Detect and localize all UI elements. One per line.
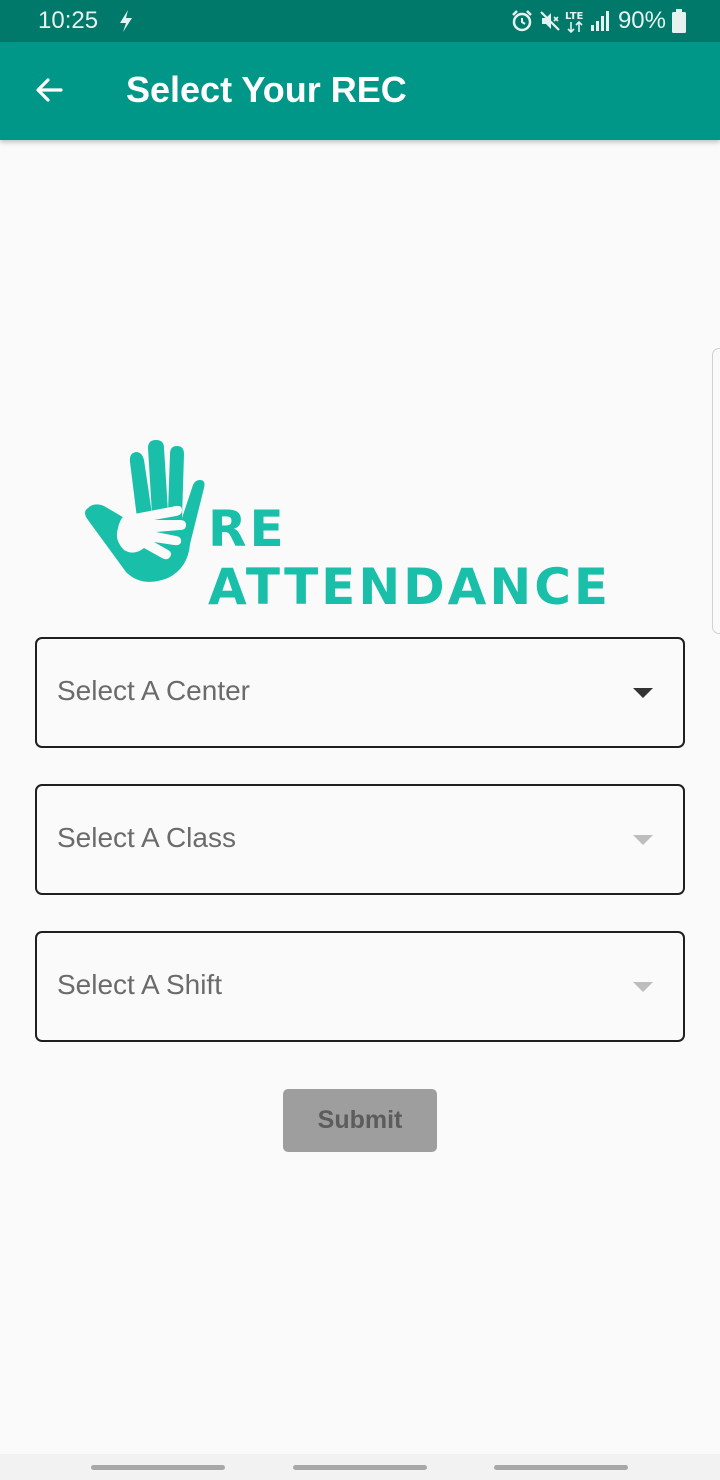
chevron-down-icon: [633, 688, 653, 698]
mute-icon: [540, 11, 560, 31]
battery-percent: 90%: [617, 7, 666, 34]
app-bar: Select Your REC: [0, 42, 720, 140]
nav-hint-right[interactable]: [494, 1465, 628, 1470]
edge-panel-handle[interactable]: [712, 348, 720, 634]
nav-hint-left[interactable]: [91, 1465, 225, 1470]
battery-icon: [672, 9, 686, 33]
bolt-icon: [120, 10, 132, 32]
submit-button-label: Submit: [317, 1106, 403, 1134]
logo-text: RE ATTENDANCE: [208, 500, 612, 616]
status-time: 10:25: [38, 7, 99, 34]
svg-text:LTE: LTE: [565, 11, 584, 22]
gesture-nav-bar: [0, 1454, 720, 1480]
status-icons: LTE 90%: [510, 7, 686, 35]
status-bar: 10:25 LTE 90%: [0, 0, 720, 42]
app-logo: RE ATTENDANCE: [80, 440, 650, 616]
nav-hint-center[interactable]: [293, 1465, 427, 1470]
hands-logo-icon: [85, 440, 205, 582]
shift-dropdown-placeholder: Select A Shift: [57, 969, 222, 1000]
lte-icon: LTE: [565, 11, 584, 34]
back-button[interactable]: [28, 69, 70, 111]
signal-icon: [590, 11, 609, 31]
center-dropdown-placeholder: Select A Center: [57, 675, 251, 706]
alarm-icon: [512, 10, 532, 32]
class-dropdown[interactable]: Select A Class: [35, 784, 685, 895]
submit-button[interactable]: Submit: [283, 1089, 437, 1152]
class-dropdown-placeholder: Select A Class: [57, 822, 236, 853]
center-dropdown[interactable]: Select A Center: [35, 637, 685, 748]
chevron-down-icon: [633, 982, 653, 992]
chevron-down-icon: [633, 835, 653, 845]
arrow-left-icon: [36, 78, 63, 102]
shift-dropdown[interactable]: Select A Shift: [35, 931, 685, 1042]
page-title: Select Your REC: [126, 69, 407, 110]
